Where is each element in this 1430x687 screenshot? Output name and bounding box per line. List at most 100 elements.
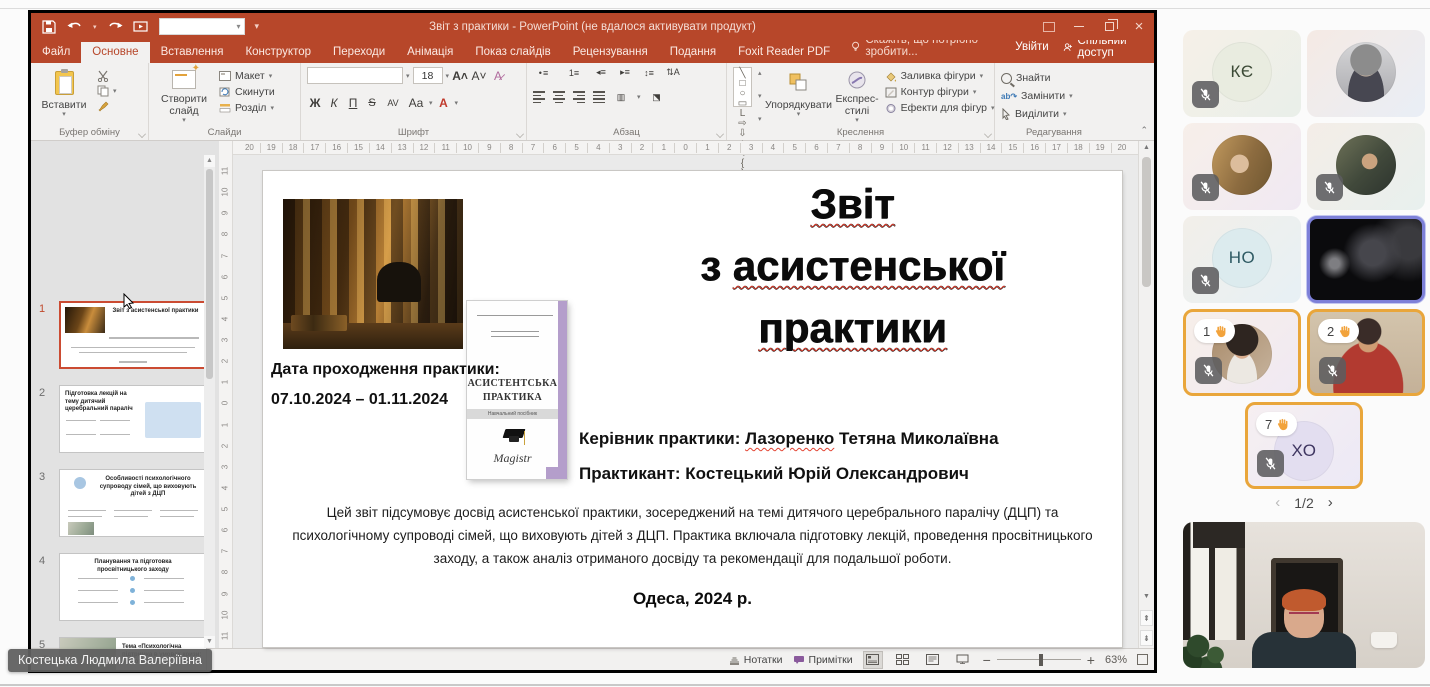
presenter-video[interactable] bbox=[1183, 522, 1425, 668]
start-slideshow-icon[interactable] bbox=[133, 19, 149, 35]
font-color-button[interactable]: A bbox=[436, 96, 452, 110]
minimize-button[interactable] bbox=[1064, 13, 1094, 40]
participant-tile[interactable] bbox=[1183, 123, 1301, 210]
zoom-percentage[interactable]: 63% bbox=[1105, 654, 1127, 666]
format-painter-button[interactable] bbox=[97, 100, 117, 112]
quick-styles-button[interactable]: Експрес-стилі▾ bbox=[836, 67, 879, 125]
participant-tile-raised-hand[interactable]: 7 ХО bbox=[1245, 402, 1363, 489]
line-spacing-icon[interactable]: ↕≡ bbox=[641, 68, 657, 78]
slide-footer[interactable]: Одеса, 2024 р. bbox=[263, 589, 1122, 609]
ribbon-display-options-icon[interactable] bbox=[1034, 13, 1064, 40]
participant-video-active-speaker[interactable] bbox=[1307, 216, 1425, 303]
shapes-gallery[interactable]: ╲ □ ○ ▭ L ⇨ ⇩ ⌂ ∿ { } ☆ bbox=[733, 67, 752, 107]
tab-design[interactable]: Конструктор bbox=[234, 42, 322, 63]
numbering-icon[interactable]: 1≡ bbox=[563, 68, 585, 78]
pager-next-icon[interactable]: › bbox=[1328, 494, 1333, 511]
shape-fill-button[interactable]: Заливка фігури▾ bbox=[885, 70, 995, 82]
participant-tile[interactable]: НО bbox=[1183, 216, 1301, 303]
slide-thumbnail-1[interactable]: Звіт з асистенської практики bbox=[59, 301, 207, 369]
bold-button[interactable]: Ж bbox=[307, 96, 323, 110]
participant-tile[interactable] bbox=[1307, 30, 1425, 117]
slide-thumbnail-4[interactable]: Планування та підготовка просвітницького… bbox=[59, 553, 207, 621]
reset-button[interactable]: Скинути bbox=[219, 86, 275, 98]
tab-transitions[interactable]: Переходи bbox=[322, 42, 396, 63]
justify-icon[interactable] bbox=[593, 91, 605, 103]
smartart-convert-icon[interactable]: ⬔ bbox=[649, 92, 665, 103]
undo-dropdown-icon[interactable]: ▾ bbox=[93, 23, 97, 31]
scroll-down-icon[interactable]: ▼ bbox=[1139, 590, 1154, 604]
shape-outline-button[interactable]: Контур фігури▾ bbox=[885, 86, 995, 98]
undo-icon[interactable] bbox=[67, 19, 83, 35]
book-cover-image[interactable]: АСИСТЕНТСЬКАПРАКТИКА Навчальний посібник… bbox=[467, 301, 567, 479]
thumbnail-scrollbar[interactable]: ▲ ▼ bbox=[204, 155, 215, 648]
section-button[interactable]: Розділ▾ bbox=[219, 102, 275, 114]
tab-home[interactable]: Основне bbox=[81, 42, 149, 63]
new-slide-button[interactable]: Створити слайд▾ bbox=[155, 67, 213, 125]
decrease-indent-icon[interactable]: ◂≡ bbox=[593, 67, 609, 78]
participant-tile[interactable]: КЄ bbox=[1183, 30, 1301, 117]
char-spacing-button[interactable]: AV bbox=[383, 98, 403, 108]
intern-line[interactable]: Практикант: Костецький Юрій Олександрови… bbox=[579, 464, 969, 484]
tab-insert[interactable]: Вставлення bbox=[150, 42, 235, 63]
find-button[interactable]: Знайти bbox=[1001, 72, 1073, 84]
summary-paragraph[interactable]: Цей звіт підсумовує досвід асистенської … bbox=[285, 501, 1100, 570]
previous-slide-button[interactable]: ⇞ bbox=[1140, 610, 1153, 626]
bullets-icon[interactable]: •≡ bbox=[533, 68, 555, 78]
paste-button[interactable]: Вставити▾ bbox=[37, 67, 91, 125]
participant-video-raised-hand[interactable]: 2 bbox=[1307, 309, 1425, 396]
customize-toolbar-icon[interactable]: ▾ bbox=[255, 21, 260, 32]
library-photo[interactable] bbox=[283, 199, 463, 349]
align-center-icon[interactable] bbox=[553, 91, 565, 103]
zoom-slider[interactable] bbox=[997, 659, 1081, 661]
save-icon[interactable] bbox=[41, 19, 57, 35]
scroll-up-icon[interactable]: ▲ bbox=[204, 155, 215, 167]
text-direction-icon[interactable]: ⇅A bbox=[665, 67, 681, 78]
restore-button[interactable] bbox=[1094, 13, 1124, 40]
italic-button[interactable]: К bbox=[326, 96, 342, 110]
zoom-out-button[interactable]: − bbox=[983, 652, 991, 668]
slide-sorter-view-button[interactable] bbox=[893, 651, 913, 669]
select-button[interactable]: Виділити▾ bbox=[1001, 108, 1073, 120]
reading-view-button[interactable] bbox=[923, 651, 943, 669]
slideshow-view-button[interactable] bbox=[953, 651, 973, 669]
align-left-icon[interactable] bbox=[533, 91, 545, 103]
underline-button[interactable]: П bbox=[345, 96, 361, 110]
tab-slideshow[interactable]: Показ слайдів bbox=[464, 42, 561, 63]
clear-formatting-icon[interactable]: A̷ bbox=[490, 69, 506, 83]
next-slide-button[interactable]: ⇟ bbox=[1140, 630, 1153, 646]
shapes-scroll-arrows[interactable]: ▴▾▾ bbox=[758, 67, 762, 125]
increase-indent-icon[interactable]: ▸≡ bbox=[617, 67, 633, 78]
slide-title[interactable]: Звіт з асистенської практики bbox=[585, 173, 1120, 359]
strikethrough-button[interactable]: S bbox=[364, 97, 380, 109]
copy-button[interactable]: ▾ bbox=[97, 85, 117, 97]
scroll-down-icon[interactable]: ▼ bbox=[204, 636, 215, 648]
tab-review[interactable]: Рецензування bbox=[562, 42, 659, 63]
shape-effects-button[interactable]: Ефекти для фігур▾ bbox=[885, 102, 995, 114]
quick-access-combobox[interactable]: ▾ bbox=[159, 18, 245, 35]
comments-toggle[interactable]: Примітки bbox=[793, 654, 853, 666]
collapse-ribbon-icon[interactable]: ⌃ bbox=[1140, 125, 1148, 136]
shrink-font-icon[interactable]: A˅ bbox=[471, 69, 487, 83]
font-name-combobox[interactable] bbox=[307, 67, 403, 84]
cut-button[interactable] bbox=[97, 70, 117, 82]
supervisor-line[interactable]: Керівник практики: Лазоренко Тетяна Мико… bbox=[579, 429, 999, 449]
zoom-in-button[interactable]: + bbox=[1087, 652, 1095, 668]
tab-foxit[interactable]: Foxit Reader PDF bbox=[727, 42, 841, 63]
redo-icon[interactable] bbox=[107, 19, 123, 35]
layout-button[interactable]: Макет▾ bbox=[219, 70, 275, 82]
slide-thumbnail-3[interactable]: Особливості психологічного супроводу сім… bbox=[59, 469, 207, 537]
participant-tile-raised-hand[interactable]: 1 bbox=[1183, 309, 1301, 396]
arrange-button[interactable]: Упорядкувати▾ bbox=[768, 67, 830, 125]
scroll-up-icon[interactable]: ▲ bbox=[1139, 141, 1154, 155]
practice-date-label[interactable]: Дата проходження практики: bbox=[271, 361, 500, 379]
grow-font-icon[interactable]: A˄ bbox=[452, 69, 468, 83]
columns-icon[interactable]: ▥ bbox=[613, 92, 629, 103]
slide-scrollbar[interactable]: ▲ ▼ ⇞ ⇟ bbox=[1138, 141, 1154, 648]
participant-tile[interactable] bbox=[1307, 123, 1425, 210]
tab-file[interactable]: Файл bbox=[31, 42, 81, 63]
slide-thumbnail-2[interactable]: Підготовка лекцій на тему дитячий церебр… bbox=[59, 385, 207, 453]
tab-view[interactable]: Подання bbox=[659, 42, 727, 63]
practice-date-value[interactable]: 07.10.2024 – 01.11.2024 bbox=[271, 391, 448, 409]
change-case-button[interactable]: Aa bbox=[406, 96, 426, 110]
normal-view-button[interactable] bbox=[863, 651, 883, 669]
